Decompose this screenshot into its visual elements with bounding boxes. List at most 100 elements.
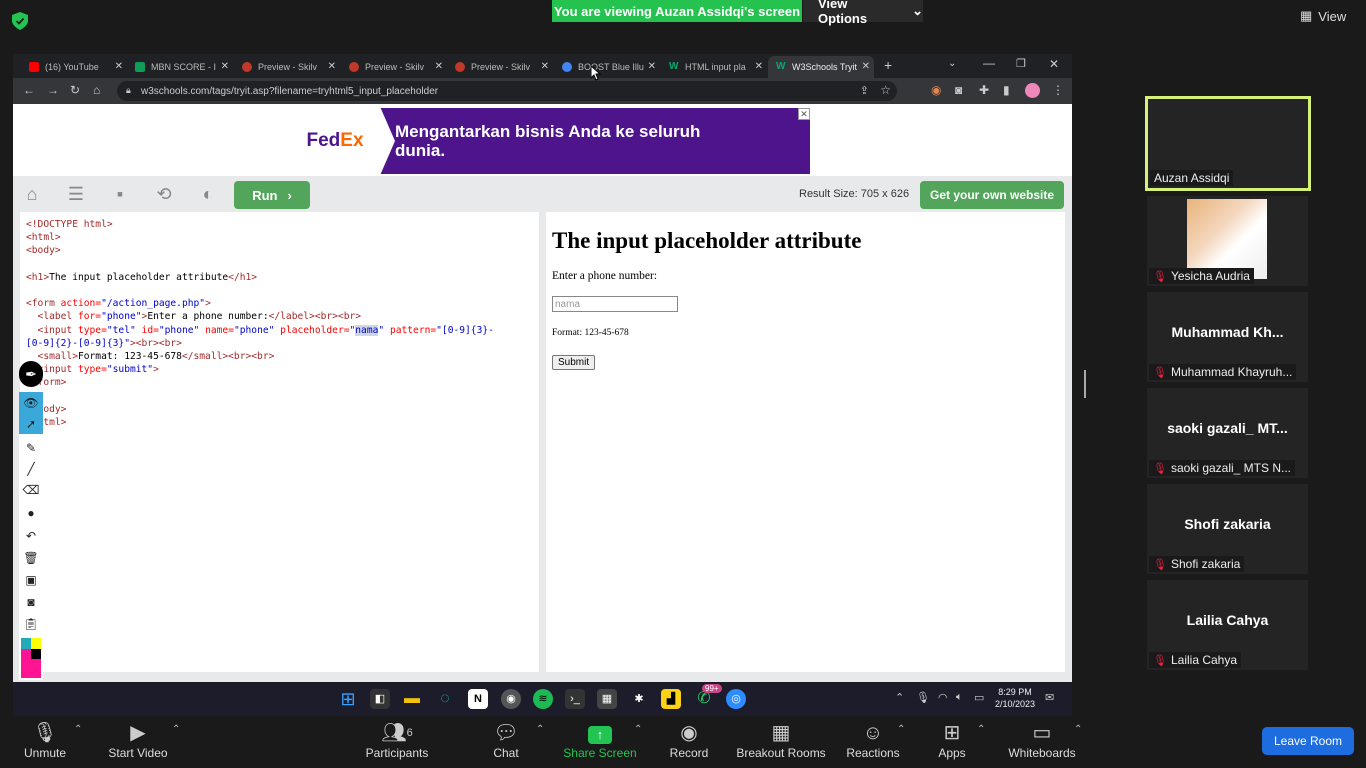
notification-icon[interactable]: ✉: [1045, 691, 1054, 704]
trash-icon[interactable]: 🗑︎: [19, 551, 43, 565]
chevron-up-icon[interactable]: ⌃: [895, 691, 904, 704]
audio-options-caret[interactable]: ⌃: [74, 724, 82, 735]
save-icon[interactable]: ▪: [108, 184, 132, 205]
reactions-button[interactable]: ☺ Reactions: [844, 720, 902, 760]
close-window-button[interactable]: ✕: [1049, 57, 1059, 71]
close-tab-icon[interactable]: ✕: [862, 61, 870, 72]
extension-color-icon[interactable]: ◉: [931, 83, 941, 97]
url-field[interactable]: 🔒︎ w3schools.com/tags/tryit.asp?filename…: [117, 81, 897, 101]
close-tab-icon[interactable]: ✕: [328, 61, 336, 72]
eraser-icon[interactable]: ⌫: [19, 483, 43, 497]
fedex-ad-banner[interactable]: Fed Ex Mengantarkan bisnis Anda ke seluru…: [275, 108, 810, 174]
close-tab-icon[interactable]: ✕: [541, 61, 549, 72]
notion-icon[interactable]: N: [468, 689, 488, 709]
back-arrow-icon[interactable]: ←: [23, 83, 35, 97]
tab-preview-2[interactable]: Preview - Skilv ✕: [341, 56, 447, 78]
rotate-orientation-icon[interactable]: ⟲: [152, 184, 176, 205]
line-icon[interactable]: ╱: [19, 462, 43, 476]
apps-button[interactable]: ⊞ Apps: [934, 720, 970, 760]
black-color-swatch[interactable]: [31, 649, 41, 659]
browser-menu-icon[interactable]: ⋮: [1052, 83, 1064, 97]
camera-extension-icon[interactable]: ◙: [955, 83, 962, 97]
screen-icon[interactable]: ▣: [19, 573, 43, 587]
phone-input[interactable]: nama: [552, 296, 678, 312]
calculator-icon[interactable]: ▦: [597, 689, 617, 709]
spotify-icon[interactable]: ≋: [533, 689, 553, 709]
breakout-rooms-button[interactable]: ▦ Breakout Rooms: [734, 720, 828, 760]
leave-room-button[interactable]: Leave Room: [1262, 727, 1354, 755]
tab-preview-3[interactable]: Preview - Skilv ✕: [447, 56, 553, 78]
undo-icon[interactable]: ↶: [19, 529, 43, 543]
tab-boost[interactable]: BOOST Blue Illu ✕: [554, 56, 660, 78]
get-your-own-website-button[interactable]: Get your own website: [920, 181, 1064, 209]
tab-w3schools-tryit[interactable]: W W3Schools Tryit ✕: [768, 56, 874, 78]
run-button[interactable]: Run ›: [234, 181, 310, 209]
edge-icon[interactable]: ◌: [435, 689, 455, 709]
side-panel-icon[interactable]: ▮: [1003, 83, 1010, 97]
terminal-icon[interactable]: ›_: [565, 689, 585, 709]
tab-mbn-score[interactable]: MBN SCORE - I ✕: [127, 56, 233, 78]
participant-tile[interactable]: 🎙︎ Yesicha Audria: [1147, 196, 1308, 286]
close-tab-icon[interactable]: ✕: [755, 61, 763, 72]
figma-like-app-icon[interactable]: ◧: [370, 689, 390, 709]
windows-start-icon[interactable]: ⊞: [338, 689, 358, 709]
panel-divider[interactable]: [1084, 370, 1086, 398]
whiteboards-button[interactable]: ▭ Whiteboards: [1004, 720, 1080, 760]
chrome-icon[interactable]: ◉: [501, 689, 521, 709]
home-icon[interactable]: ⌂: [20, 184, 44, 205]
participant-tile[interactable]: saoki gazali_ MT... 🎙︎ saoki gazali_ MTS …: [1147, 388, 1308, 478]
dot-icon[interactable]: ●: [19, 506, 43, 520]
new-tab-button[interactable]: +: [884, 57, 892, 73]
apps-options-caret[interactable]: ⌃: [977, 724, 985, 735]
share-screen-button[interactable]: ↑ Share Screen: [562, 720, 638, 760]
tab-search-icon[interactable]: ⌄: [948, 58, 956, 69]
participant-tile[interactable]: Shofi zakaria 🎙︎ Shofi zakaria: [1147, 484, 1308, 574]
wifi-icon[interactable]: ◠: [938, 691, 948, 704]
zoom-icon[interactable]: ◎: [726, 689, 746, 709]
participants-button[interactable]: 👥︎6 Participants: [362, 720, 432, 760]
participant-tile[interactable]: Lailia Cahya 🎙︎ Lailia Cahya: [1147, 580, 1308, 670]
system-clock[interactable]: 8:29 PM 2/10/2023: [995, 686, 1035, 710]
restore-button[interactable]: ❐: [1016, 57, 1026, 70]
unmute-button[interactable]: 🎙︎ Unmute: [20, 720, 70, 760]
submit-button[interactable]: Submit: [552, 355, 596, 370]
extensions-puzzle-icon[interactable]: ✚: [979, 83, 989, 97]
pen-tip-icon[interactable]: ✒: [19, 361, 43, 387]
chat-button[interactable]: 💬︎ Chat: [486, 720, 526, 760]
security-shield-icon[interactable]: [12, 12, 28, 30]
highlighter-icon[interactable]: ✎: [19, 441, 43, 455]
home-icon[interactable]: ⌂: [93, 83, 100, 97]
clipboard-icon[interactable]: 📋︎: [19, 617, 43, 631]
video-options-caret[interactable]: ⌃: [172, 724, 180, 735]
participant-tile[interactable]: Muhammad Kh... 🎙︎ Muhammad Khayruh...: [1147, 292, 1308, 382]
bookmark-star-icon[interactable]: ☆: [880, 83, 891, 97]
view-options-button[interactable]: View Options ⌄: [803, 0, 923, 26]
tab-youtube[interactable]: (16) YouTube ✕: [21, 56, 127, 78]
start-video-button[interactable]: ▶︎ Start Video: [106, 720, 170, 760]
code-editor[interactable]: <!DOCTYPE html> <html> <body> <h1>The in…: [20, 212, 539, 672]
speaker-icon[interactable]: 🔈︎: [956, 691, 963, 704]
close-tab-icon[interactable]: ✕: [115, 61, 123, 72]
eye-icon[interactable]: 👁︎: [19, 396, 43, 410]
tab-preview-1[interactable]: Preview - Skilv ✕: [234, 56, 340, 78]
microphone-icon[interactable]: 🎙︎: [916, 691, 930, 704]
participant-tile-active[interactable]: Auzan Assidqi: [1145, 96, 1311, 191]
view-button[interactable]: ▦ View: [1300, 8, 1346, 24]
share-options-caret[interactable]: ⌃: [634, 724, 642, 735]
forward-arrow-icon[interactable]: →: [47, 83, 59, 97]
record-button[interactable]: ◉ Record: [666, 720, 712, 760]
slack-icon[interactable]: ✱: [629, 689, 649, 709]
sticky-notes-icon[interactable]: ▟: [661, 689, 681, 709]
chat-options-caret[interactable]: ⌃: [536, 724, 544, 735]
close-tab-icon[interactable]: ✕: [648, 61, 656, 72]
lock-icon[interactable]: 🔒︎: [126, 85, 131, 96]
theme-contrast-icon[interactable]: ◐: [196, 184, 220, 205]
whiteboards-options-caret[interactable]: ⌃: [1074, 724, 1082, 735]
menu-icon[interactable]: ☰: [64, 184, 88, 205]
reactions-options-caret[interactable]: ⌃: [897, 724, 905, 735]
share-icon[interactable]: ⇪: [860, 84, 869, 97]
close-tab-icon[interactable]: ✕: [221, 61, 229, 72]
minimize-button[interactable]: —: [983, 56, 995, 70]
camera-icon[interactable]: ◙: [19, 595, 43, 609]
close-tab-icon[interactable]: ✕: [435, 61, 443, 72]
